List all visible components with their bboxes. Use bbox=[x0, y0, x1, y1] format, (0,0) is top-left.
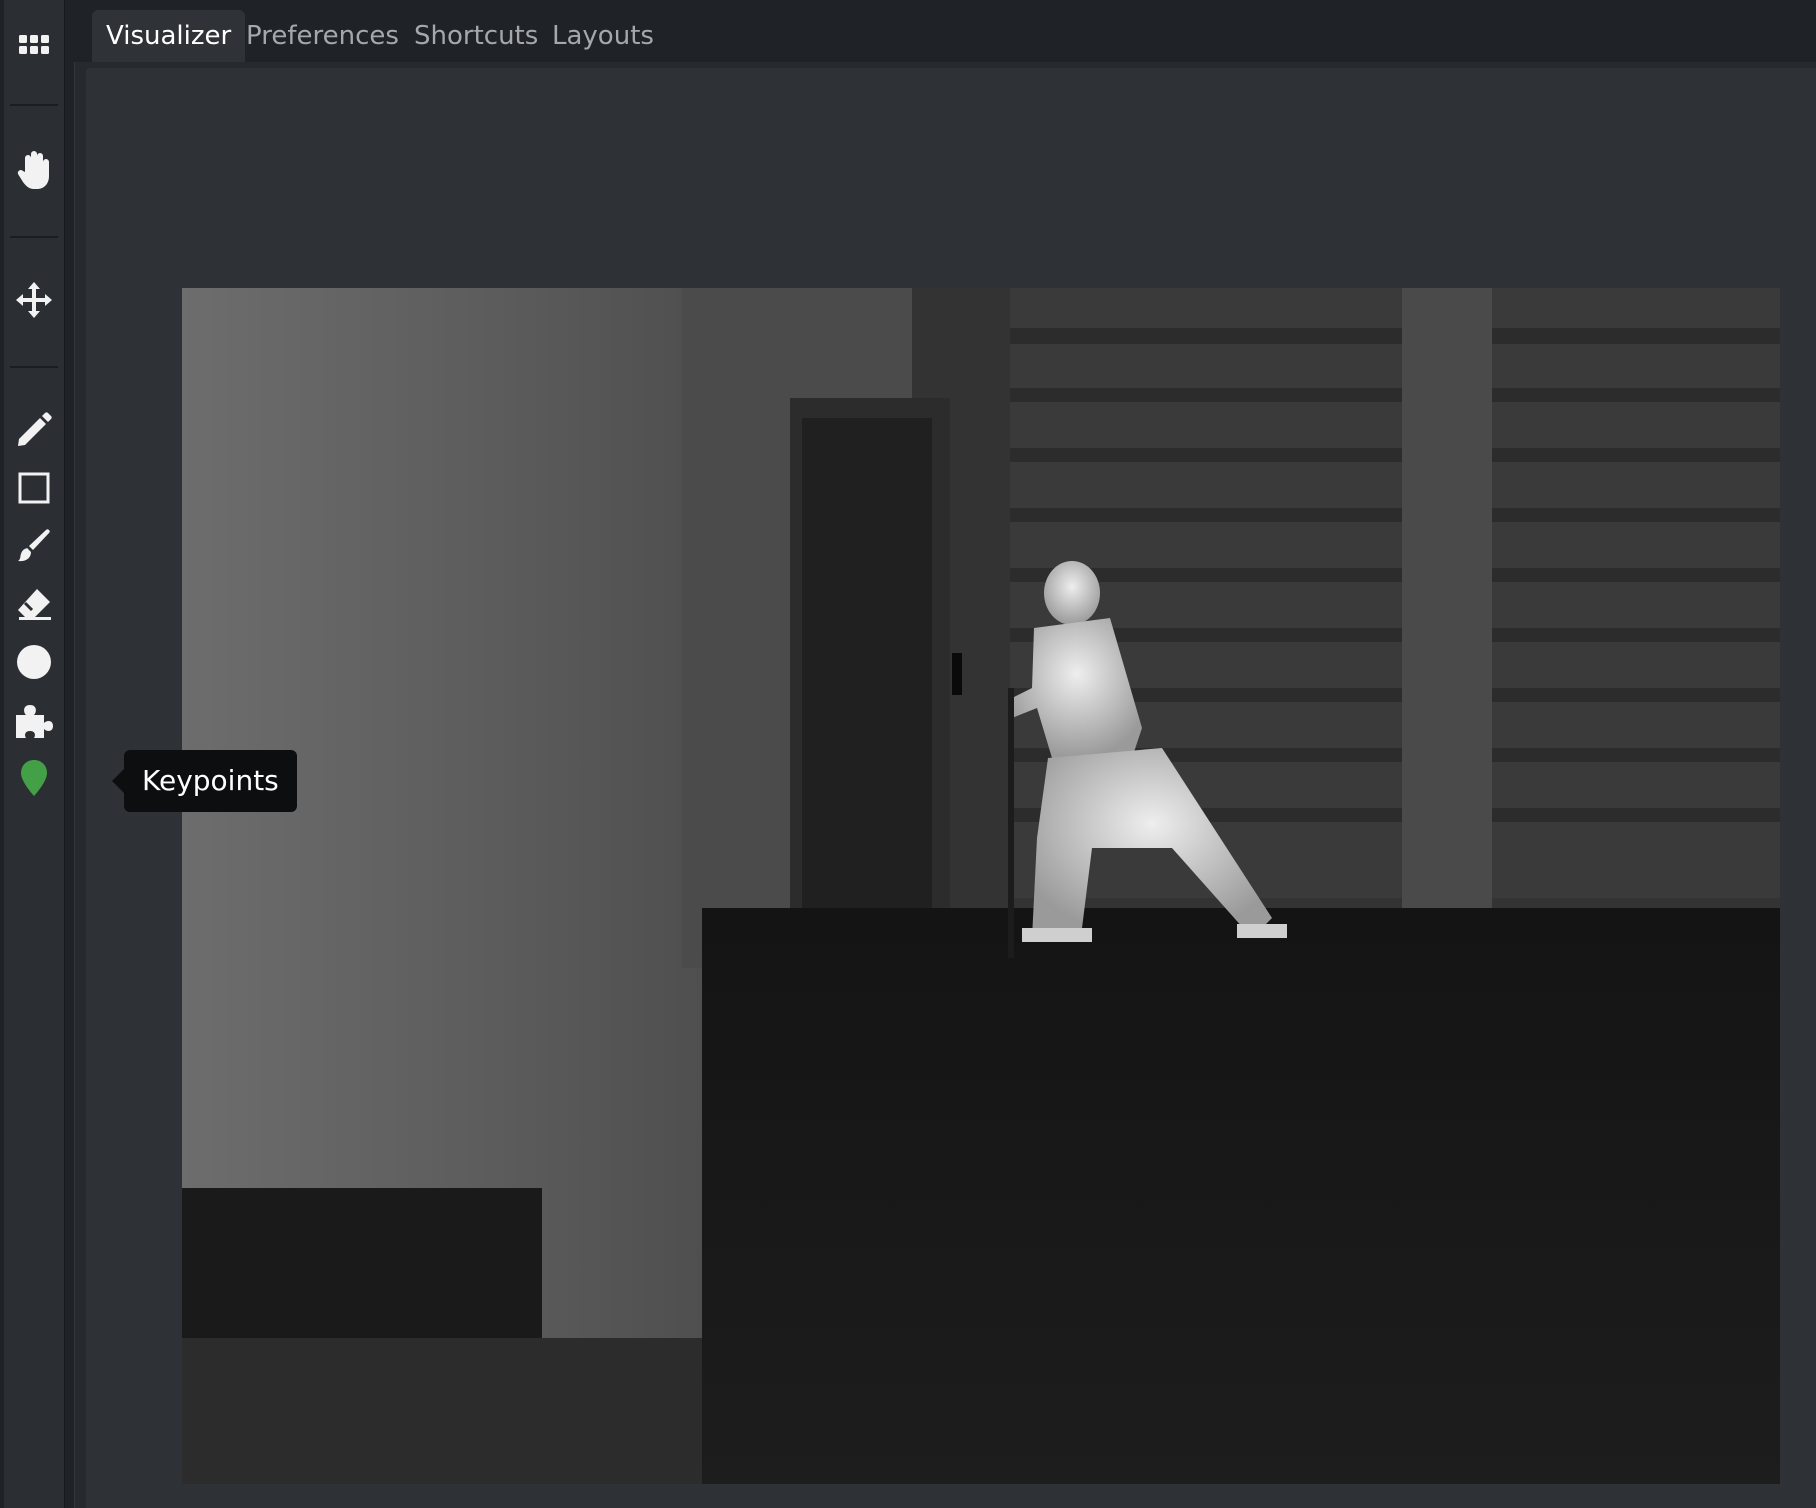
move-arrows-icon[interactable] bbox=[4, 276, 64, 324]
hand-pan-icon[interactable] bbox=[4, 146, 64, 194]
thermal-image[interactable] bbox=[182, 288, 1780, 1484]
tab-visualizer[interactable]: Visualizer bbox=[92, 10, 246, 62]
circle-icon[interactable] bbox=[4, 638, 64, 686]
keypoints-tooltip: Keypoints bbox=[112, 750, 297, 812]
tab-layouts[interactable]: Layouts bbox=[552, 10, 654, 62]
annotation-app: Visualizer Preferences Shortcuts Layouts bbox=[0, 0, 1816, 1508]
map-pin-icon[interactable] bbox=[4, 754, 64, 802]
toolbar-divider bbox=[10, 236, 58, 238]
rectangle-icon[interactable] bbox=[4, 464, 64, 512]
top-tab-bar: Visualizer Preferences Shortcuts Layouts bbox=[70, 0, 1816, 62]
toolbar-divider bbox=[10, 104, 58, 106]
tool-sidebar bbox=[4, 0, 65, 1508]
tab-preferences[interactable]: Preferences bbox=[246, 10, 399, 62]
puzzle-icon[interactable] bbox=[4, 696, 64, 744]
pencil-icon[interactable] bbox=[4, 406, 64, 454]
grid-menu-icon[interactable] bbox=[4, 22, 64, 70]
toolbar-divider bbox=[10, 366, 58, 368]
eraser-icon[interactable] bbox=[4, 580, 64, 628]
tab-shortcuts[interactable]: Shortcuts bbox=[414, 10, 538, 62]
brush-icon[interactable] bbox=[4, 522, 64, 570]
thermal-image-render bbox=[182, 288, 1780, 1484]
